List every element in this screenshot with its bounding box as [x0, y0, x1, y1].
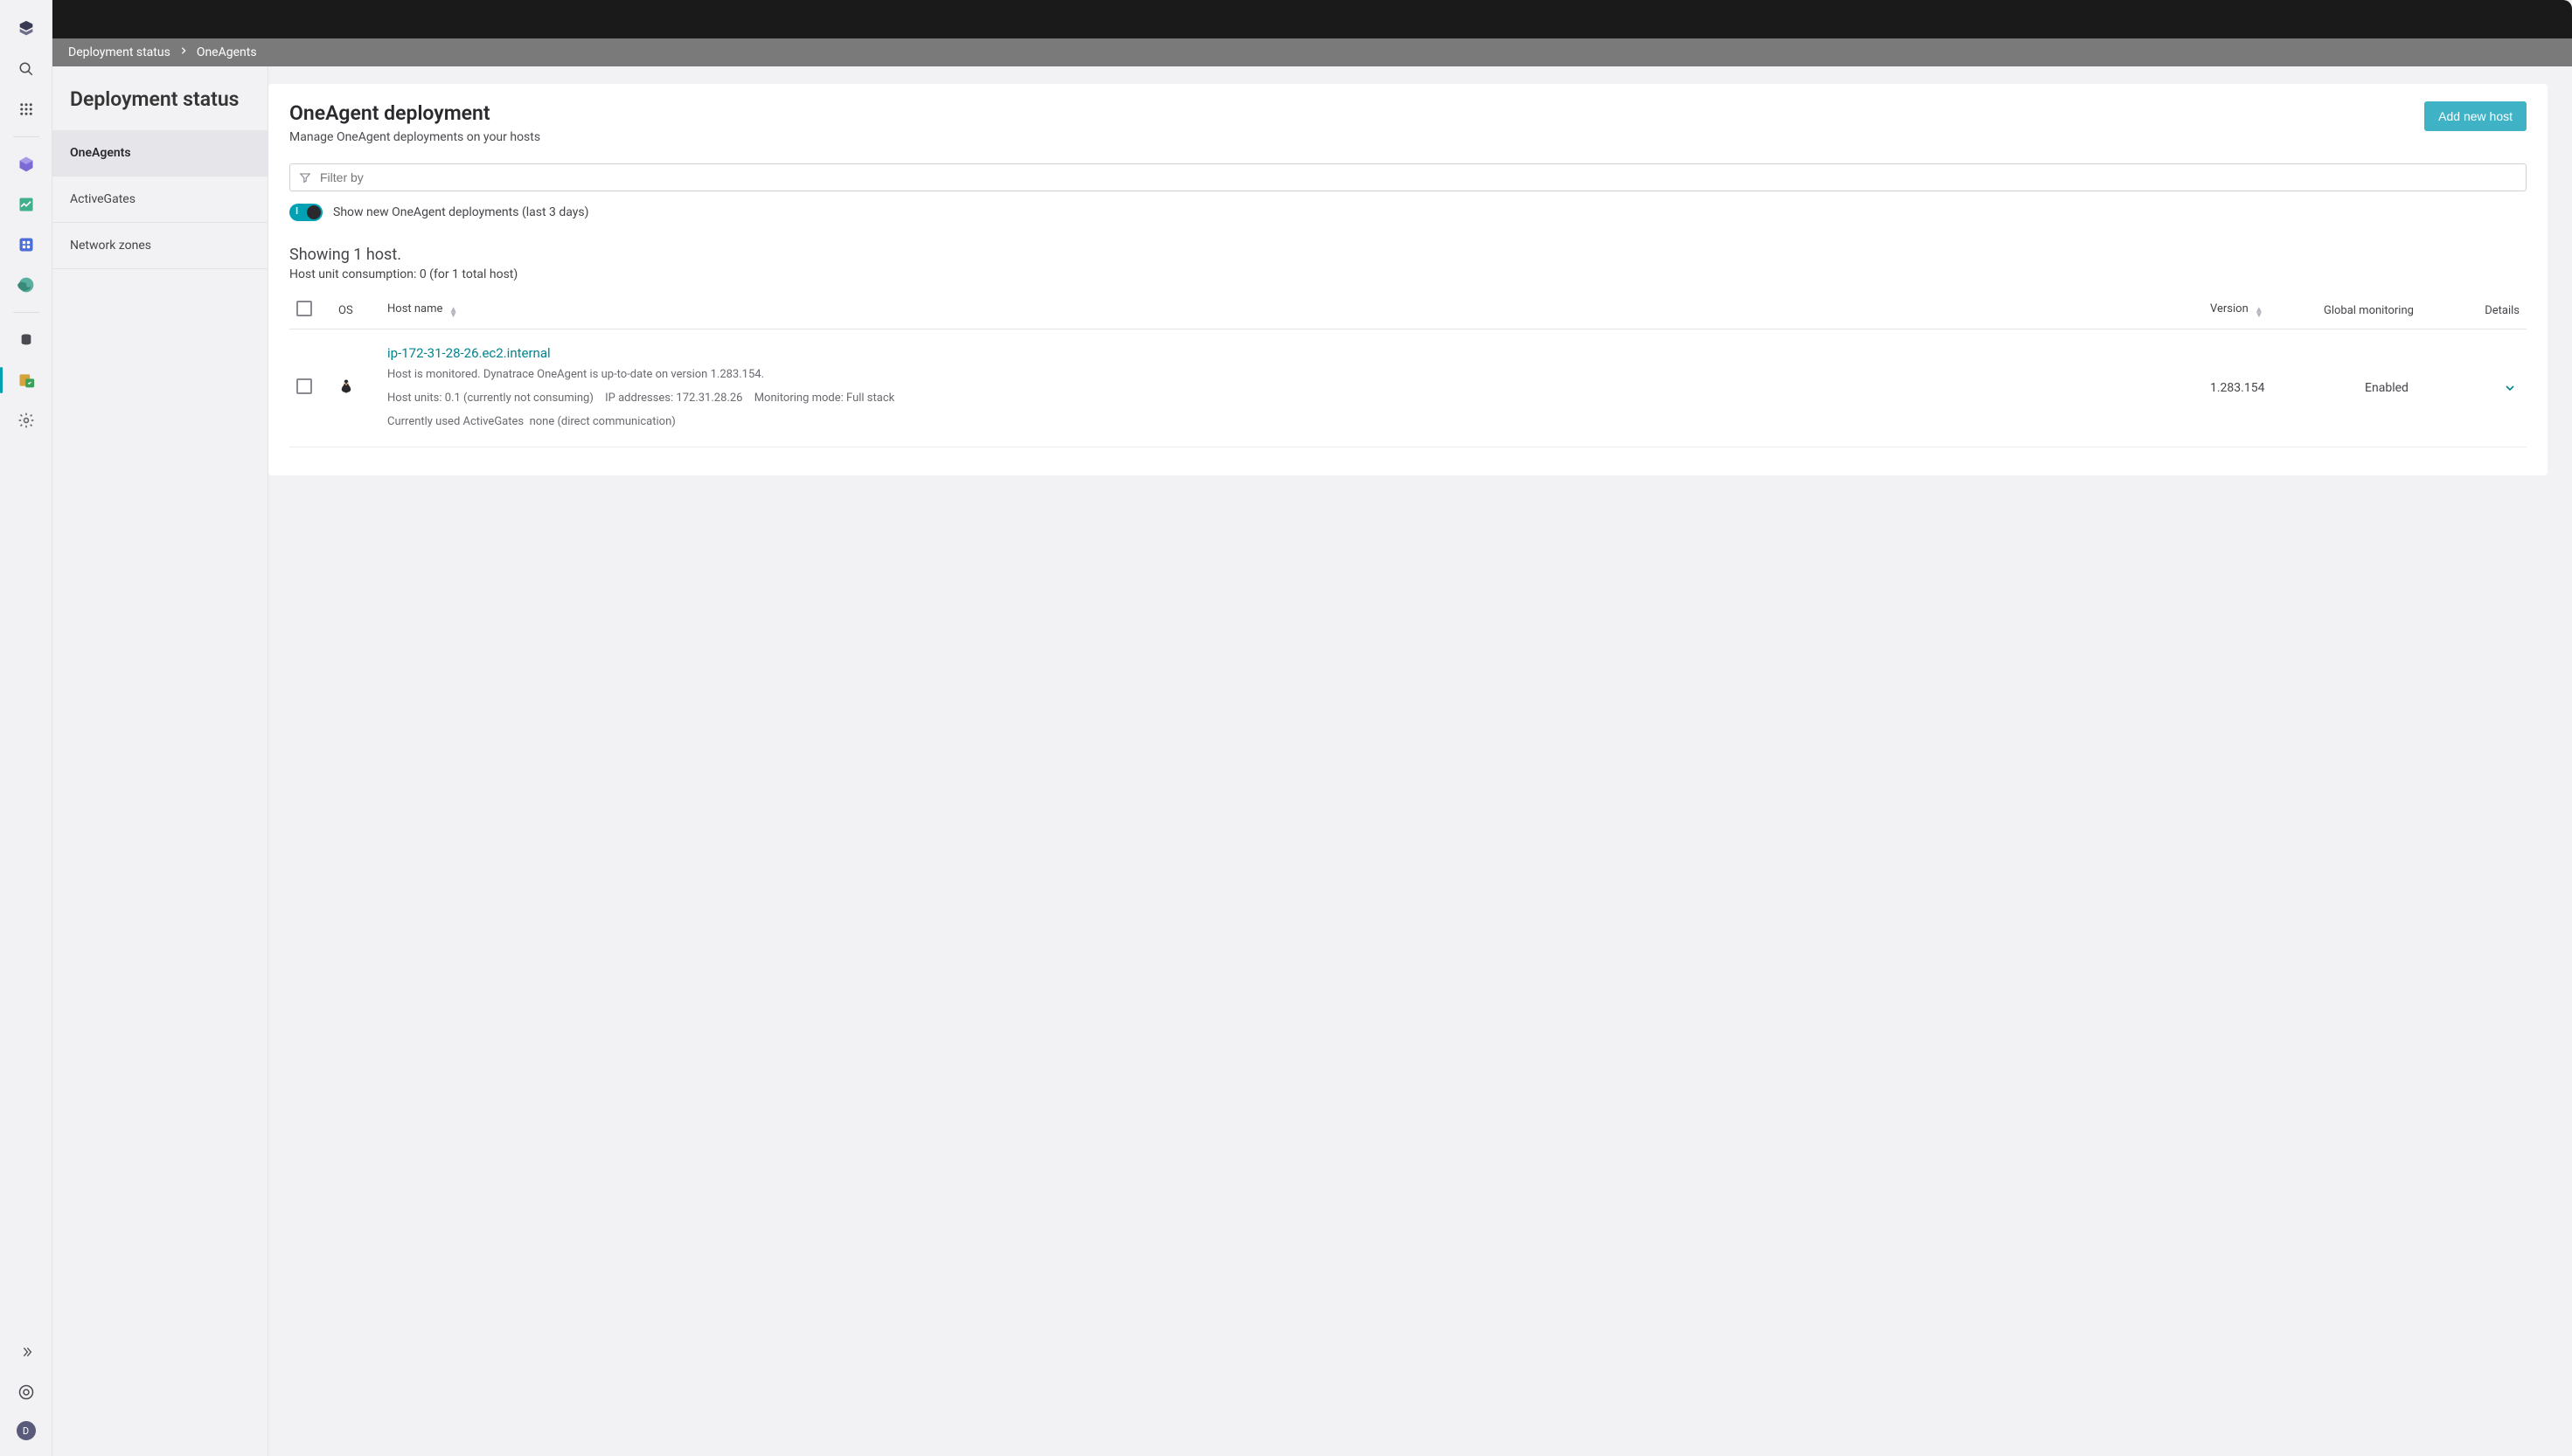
col-header-hostname[interactable]: Host name ▲▼: [380, 292, 2203, 329]
nav-cube-icon[interactable]: [10, 148, 43, 181]
add-new-host-button[interactable]: Add new host: [2424, 101, 2527, 131]
breadcrumb-item-0[interactable]: Deployment status: [63, 45, 176, 59]
logo-icon[interactable]: [10, 12, 43, 45]
sidebar-item-activegates[interactable]: ActiveGates: [52, 177, 268, 223]
sort-icon: ▲▼: [449, 308, 458, 318]
apps-grid-icon[interactable]: [10, 93, 43, 126]
search-icon[interactable]: [10, 52, 43, 86]
chevron-right-icon: [179, 45, 188, 60]
page-title: Deployment status: [52, 66, 268, 130]
sidebar-item-networkzones[interactable]: Network zones: [52, 223, 268, 269]
col-header-os[interactable]: OS: [331, 292, 380, 329]
summary-consumption: Host unit consumption: 0 (for 1 total ho…: [289, 267, 2527, 281]
expand-row-button[interactable]: [2500, 378, 2520, 398]
host-status-line: Host is monitored. Dynatrace OneAgent is…: [387, 366, 2196, 385]
row-monitoring: Enabled: [2317, 329, 2457, 447]
row-checkbox[interactable]: [296, 378, 312, 394]
nav-database-icon[interactable]: [10, 323, 43, 357]
panel-title: OneAgent deployment: [289, 101, 540, 125]
section-sidebar: Deployment status OneAgents ActiveGates …: [52, 66, 268, 1456]
help-icon[interactable]: [10, 1376, 43, 1409]
nav-globe-icon[interactable]: [10, 268, 43, 302]
nav-settings-gear-icon[interactable]: [10, 404, 43, 437]
col-header-details: Details: [2457, 292, 2527, 329]
summary-host-count: Showing 1 host.: [289, 246, 2527, 264]
toggle-label: Show new OneAgent deployments (last 3 da…: [333, 205, 589, 219]
main-panel: OneAgent deployment Manage OneAgent depl…: [268, 84, 2548, 475]
row-version: 1.283.154: [2203, 329, 2317, 447]
toggle-badge: I: [295, 205, 298, 217]
col-header-version[interactable]: Version ▲▼: [2203, 292, 2317, 329]
new-deployments-toggle[interactable]: I: [289, 204, 323, 221]
nav-deploy-icon[interactable]: [10, 364, 43, 397]
breadcrumb-item-1[interactable]: OneAgents: [191, 45, 262, 59]
filter-input-wrapper[interactable]: [289, 163, 2527, 191]
sidebar-item-oneagents[interactable]: OneAgents: [52, 130, 268, 177]
avatar-letter: D: [23, 1425, 29, 1437]
hosts-table: OS Host name ▲▼ Version ▲▼ Global monito…: [289, 292, 2527, 447]
sort-icon: ▲▼: [2255, 308, 2263, 318]
col-header-monitoring[interactable]: Global monitoring: [2317, 292, 2457, 329]
panel-subtitle: Manage OneAgent deployments on your host…: [289, 130, 540, 144]
breadcrumb: Deployment status OneAgents: [52, 38, 2572, 66]
linux-icon: [338, 385, 354, 399]
filter-input[interactable]: [320, 170, 2517, 184]
left-nav-rail: D: [0, 0, 52, 1456]
select-all-checkbox[interactable]: [296, 301, 312, 316]
nav-chart-icon[interactable]: [10, 188, 43, 221]
user-avatar[interactable]: D: [17, 1421, 36, 1440]
toggle-knob: [307, 205, 321, 219]
hostname-link[interactable]: ip-172-31-28-26.ec2.internal: [387, 345, 2196, 361]
top-bar: [52, 0, 2572, 38]
expand-nav-icon[interactable]: [10, 1335, 43, 1369]
filter-icon: [299, 171, 311, 184]
nav-grid-blue-icon[interactable]: [10, 228, 43, 261]
table-row: ip-172-31-28-26.ec2.internal Host is mon…: [289, 329, 2527, 447]
